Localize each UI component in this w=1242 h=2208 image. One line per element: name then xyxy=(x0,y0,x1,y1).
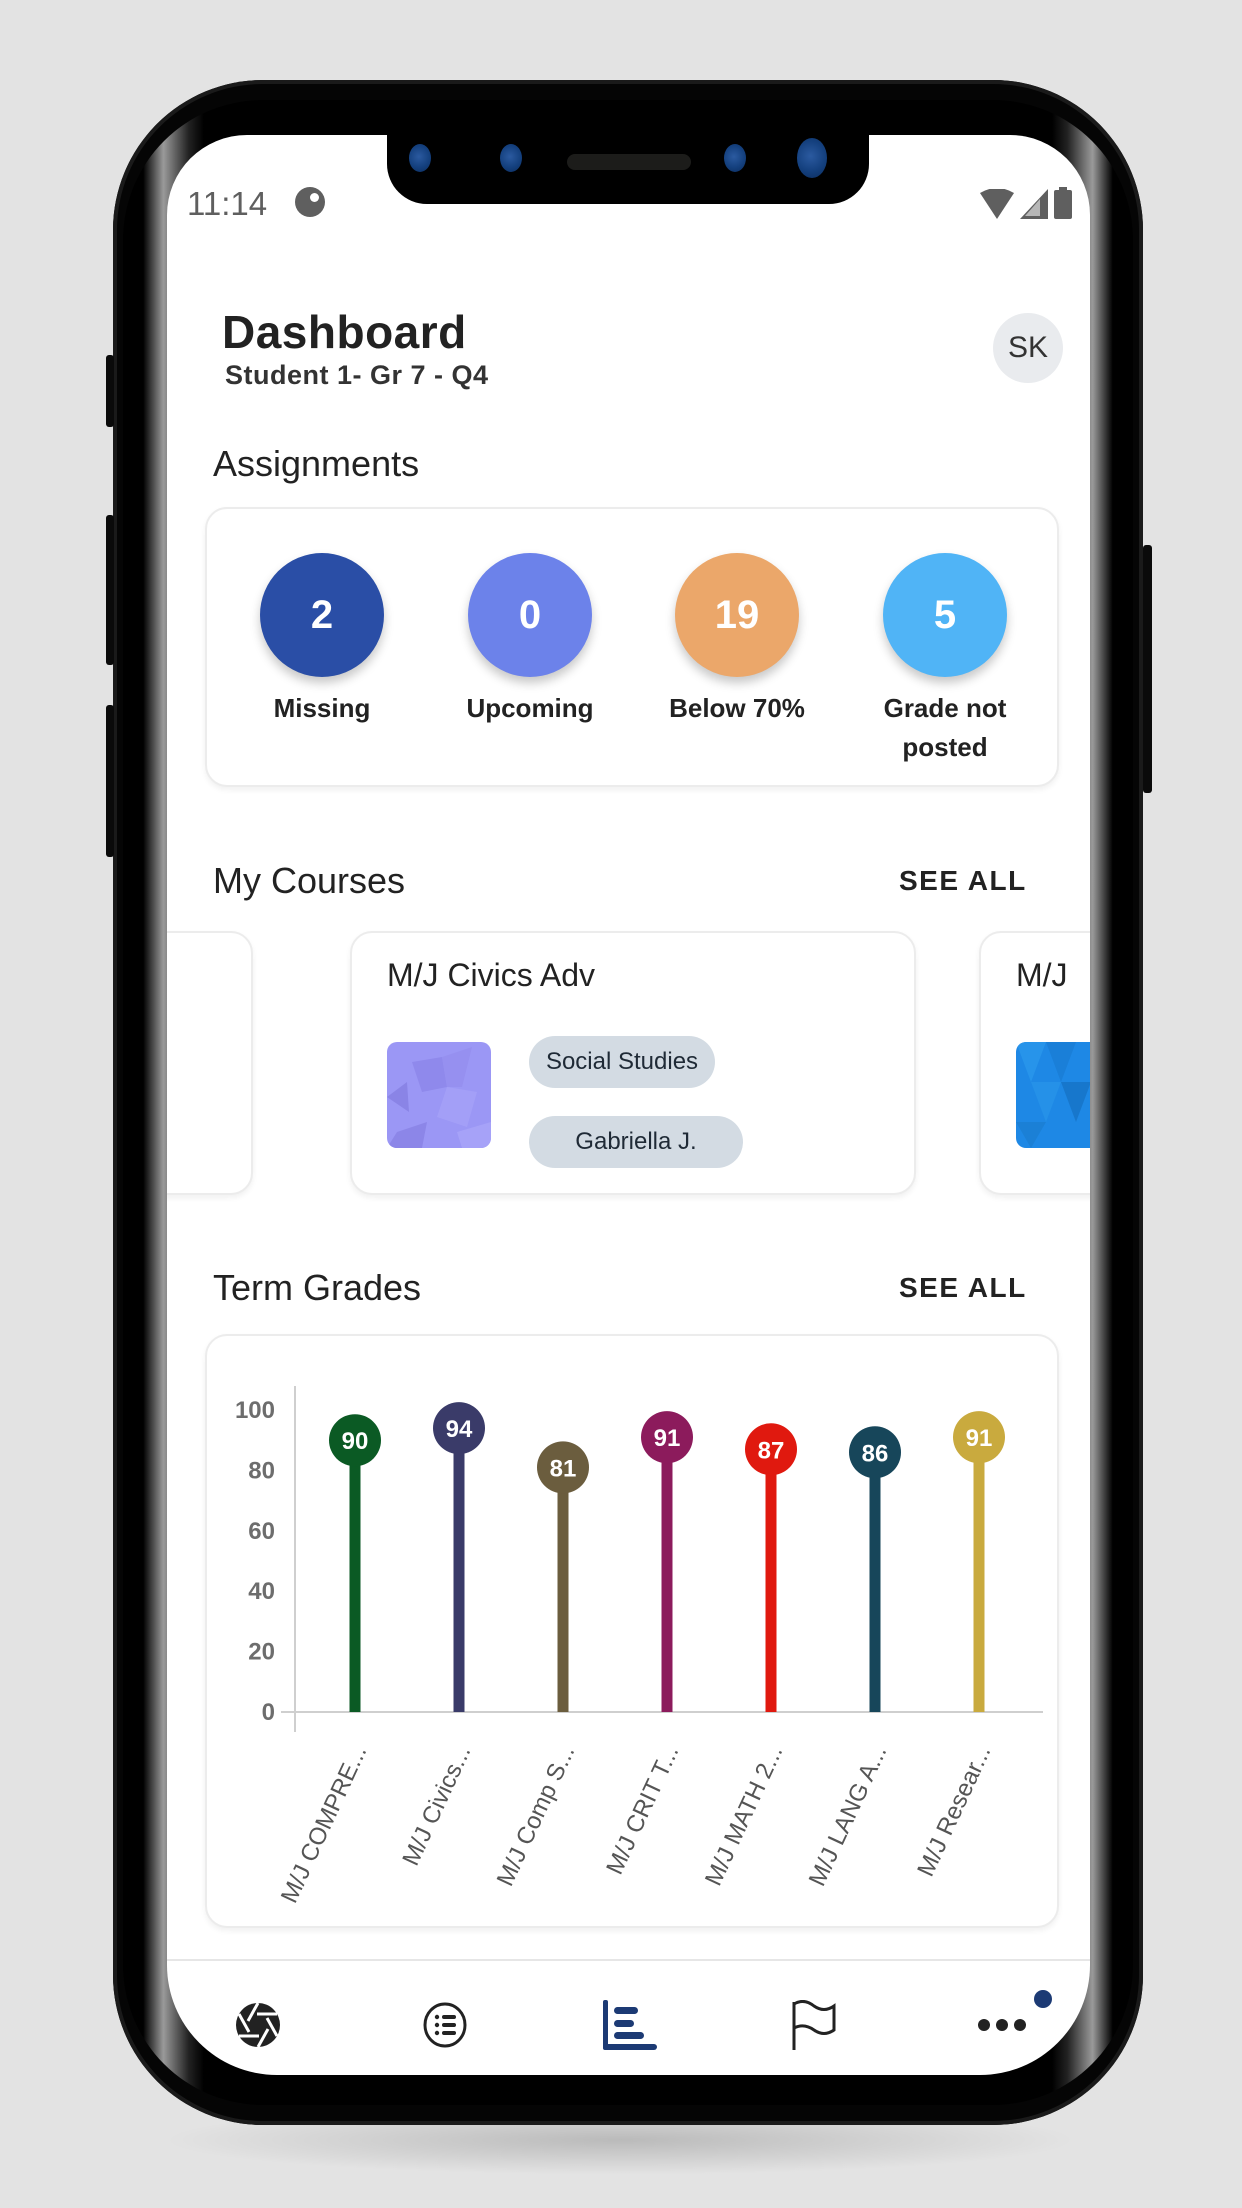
status-time: 11:14 xyxy=(187,185,268,222)
y-tick-label: 20 xyxy=(248,1639,275,1666)
grade-value-label: 90 xyxy=(342,1428,369,1455)
y-tick-label: 0 xyxy=(262,1699,275,1726)
term-grades-see-all-button[interactable]: SEE ALL xyxy=(899,1272,1027,1304)
course-card[interactable] xyxy=(167,931,253,1195)
speaker-grille xyxy=(567,154,691,170)
course-thumbnail xyxy=(1016,1042,1090,1148)
assignment-upcoming[interactable]: 0 Upcoming xyxy=(430,553,630,728)
battery-icon xyxy=(1054,187,1072,219)
term-grades-title: Term Grades xyxy=(213,1267,422,1308)
course-card[interactable]: M/J Civics Adv Social Studies Gabriella … xyxy=(350,931,916,1195)
term-grades-chart-card: 0 20 40 60 80 100 90 94 81 91 87 86 91 M/J COMPRE..… xyxy=(205,1334,1059,1928)
app-notification-icon xyxy=(295,187,325,217)
app-screen: 11:14 Dashboard Student 1- Gr 7 - Q4 SK … xyxy=(167,135,1090,2075)
course-subject-chip: Social Studies xyxy=(529,1036,715,1088)
student-selector[interactable]: Student 1- Gr 7 - Q4 xyxy=(225,360,489,391)
assignment-label: Below 70% xyxy=(669,693,805,723)
nav-reports-tab[interactable] xyxy=(774,1985,854,2065)
nav-assignments-tab[interactable] xyxy=(405,1985,485,2065)
camera-notch xyxy=(387,120,869,204)
term-grades-chart: 0 20 40 60 80 100 90 94 81 91 87 86 91 M/J COMPRE..… xyxy=(235,1386,1043,1907)
course-thumbnail xyxy=(387,1042,491,1148)
bottom-nav-divider xyxy=(167,1959,1090,1961)
course-category-label: M/J COMPRE... xyxy=(276,1741,373,1907)
y-tick-label: 60 xyxy=(248,1518,275,1545)
side-button-volume-up xyxy=(106,515,114,665)
side-button-volume-down xyxy=(106,705,114,857)
more-icon xyxy=(978,2019,1026,2031)
y-tick-label: 40 xyxy=(248,1578,275,1605)
assignments-card: 2 Missing 0 Upcoming 19 Below 70% 5 Grad… xyxy=(205,507,1059,787)
grade-value-label: 81 xyxy=(550,1455,577,1482)
nav-more-tab[interactable] xyxy=(962,1985,1042,2065)
grade-value-label: 94 xyxy=(446,1416,473,1443)
page-title: Dashboard xyxy=(222,306,467,358)
flag-icon xyxy=(792,2000,836,2050)
assignment-grade-not-posted[interactable]: 5 Grade not posted xyxy=(845,553,1045,767)
y-tick-label: 80 xyxy=(248,1457,275,1484)
nav-dashboard-tab[interactable] xyxy=(218,1985,298,2065)
status-icons xyxy=(980,187,1072,219)
course-teacher-chip: Gabriella J. xyxy=(529,1116,743,1168)
my-courses-title: My Courses xyxy=(213,860,406,901)
camera-icon xyxy=(409,144,431,172)
bar-chart-icon xyxy=(603,2000,657,2050)
grade-value-label: 91 xyxy=(966,1425,993,1452)
assignment-missing[interactable]: 2 Missing xyxy=(222,553,422,728)
wifi-icon xyxy=(980,189,1014,219)
assignment-label: Missing xyxy=(273,693,371,723)
assignment-label: Upcoming xyxy=(466,693,594,723)
camera-icon xyxy=(797,138,827,178)
course-category-label: M/J CRIT T... xyxy=(601,1741,684,1879)
assignment-count-badge: 19 xyxy=(675,553,799,677)
grade-value-label: 87 xyxy=(758,1437,785,1464)
course-category-label: M/J Civics... xyxy=(397,1741,476,1870)
assignment-count-badge: 2 xyxy=(260,553,384,677)
aperture-icon xyxy=(236,2002,280,2048)
signal-icon xyxy=(1020,189,1048,219)
list-icon xyxy=(423,2002,467,2048)
assignment-count-badge: 0 xyxy=(468,553,592,677)
course-card[interactable]: M/J xyxy=(979,931,1090,1195)
avatar[interactable]: SK xyxy=(993,313,1063,383)
side-button-mute xyxy=(106,355,114,427)
course-category-label: M/J MATH 2... xyxy=(700,1741,789,1890)
side-button-power xyxy=(1143,545,1152,793)
course-thumbnail-pattern xyxy=(1016,1042,1090,1148)
assignment-label: Grade not posted xyxy=(883,693,1007,762)
courses-see-all-button[interactable]: SEE ALL xyxy=(899,865,1027,897)
course-thumbnail-pattern xyxy=(387,1042,491,1148)
nav-grades-tab[interactable] xyxy=(589,1985,669,2065)
assignment-count-badge: 5 xyxy=(883,553,1007,677)
camera-icon xyxy=(500,144,522,172)
course-name: M/J Civics Adv xyxy=(387,957,596,993)
grade-value-label: 91 xyxy=(654,1425,681,1452)
assignment-below-70[interactable]: 19 Below 70% xyxy=(637,553,837,728)
course-category-label: M/J Comp S... xyxy=(492,1741,581,1890)
sensor-icon xyxy=(724,144,746,172)
y-tick-label: 100 xyxy=(235,1397,275,1424)
assignments-title: Assignments xyxy=(213,443,420,484)
course-name: M/J xyxy=(1016,957,1068,993)
course-category-label: M/J Resear... xyxy=(912,1741,996,1881)
notification-badge xyxy=(1034,1990,1052,2008)
course-category-label: M/J LANG A... xyxy=(804,1741,893,1890)
grade-value-label: 86 xyxy=(862,1440,889,1467)
